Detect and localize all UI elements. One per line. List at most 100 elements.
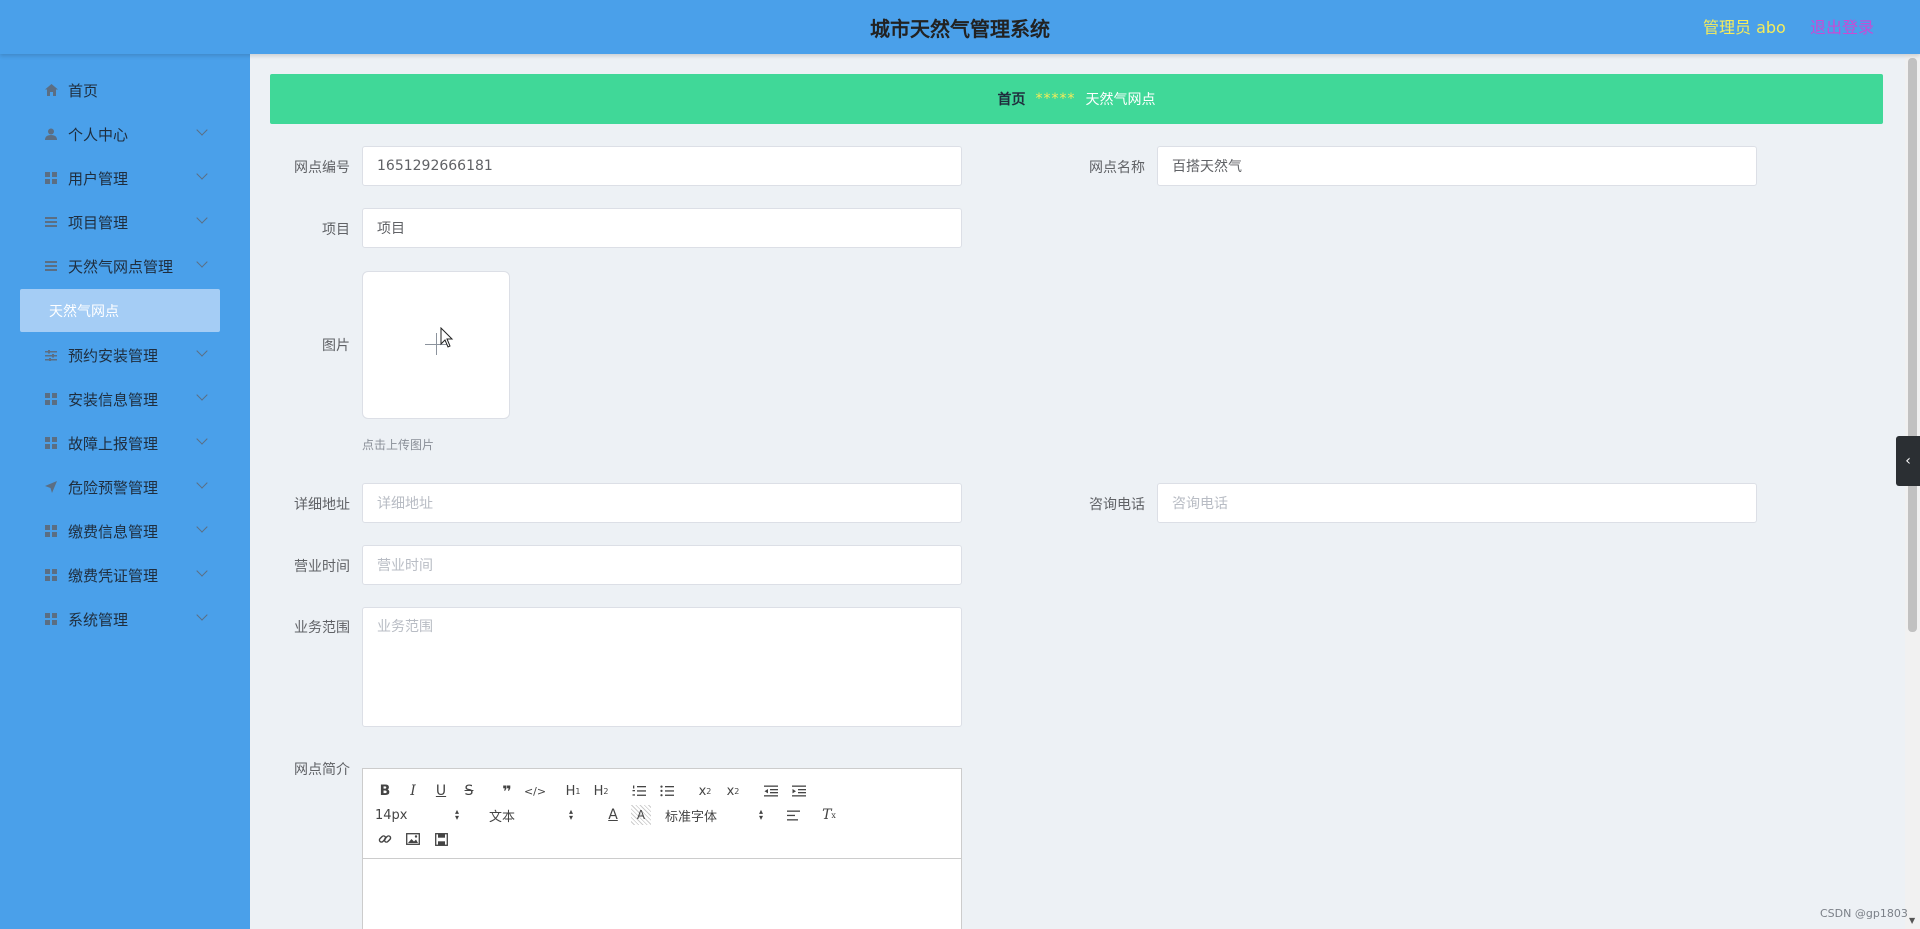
hours-input[interactable]: 营业时间 bbox=[362, 545, 962, 585]
chevron-down-icon bbox=[196, 256, 208, 268]
text-color-icon[interactable]: A bbox=[603, 805, 623, 825]
upload-tip: 点击上传图片 bbox=[362, 438, 435, 452]
sidebar-item-danger-warning[interactable]: 危险预警管理 bbox=[0, 465, 250, 509]
chevron-down-icon bbox=[196, 212, 208, 224]
sidebar-item-label: 系统管理 bbox=[68, 610, 129, 629]
font-family-select[interactable]: 标准字体 ▴ ▾ bbox=[665, 806, 763, 825]
sidebar-item-install-info[interactable]: 安装信息管理 bbox=[0, 377, 250, 421]
ordered-list-icon[interactable] bbox=[629, 781, 649, 801]
sidebar-item-projects[interactable]: 项目管理 bbox=[0, 200, 250, 244]
code-block-icon[interactable]: </> bbox=[524, 781, 546, 801]
image-icon[interactable] bbox=[403, 829, 423, 849]
chevron-left-icon: ‹ bbox=[1905, 453, 1911, 469]
video-icon[interactable] bbox=[431, 829, 451, 849]
breadcrumb-home[interactable]: 首页 bbox=[998, 89, 1026, 109]
breadcrumb: 首页 ***** 天然气网点 bbox=[270, 74, 1883, 124]
sidebar-item-label: 安装信息管理 bbox=[68, 390, 159, 409]
sidebar-item-label: 故障上报管理 bbox=[68, 434, 159, 453]
list-icon bbox=[44, 259, 58, 273]
project-input[interactable]: 项目 bbox=[362, 208, 962, 248]
sidebar-item-profile[interactable]: 个人中心 bbox=[0, 112, 250, 156]
sidebar-item-fault-report[interactable]: 故障上报管理 bbox=[0, 421, 250, 465]
italic-icon[interactable]: I bbox=[403, 781, 423, 801]
collapse-panel-button[interactable]: ‹ bbox=[1896, 436, 1920, 486]
chevron-down-icon bbox=[196, 389, 208, 401]
bullet-list-icon[interactable] bbox=[657, 781, 677, 801]
sidebar-item-users[interactable]: 用户管理 bbox=[0, 156, 250, 200]
send-icon bbox=[44, 480, 58, 494]
header-1-icon[interactable]: H1 bbox=[563, 781, 583, 801]
sidebar-item-label: 首页 bbox=[68, 81, 99, 100]
header-2-icon[interactable]: H2 bbox=[591, 781, 611, 801]
grid-icon bbox=[44, 612, 58, 626]
sidebar-item-label: 危险预警管理 bbox=[68, 478, 159, 497]
chevron-down-icon bbox=[196, 345, 208, 357]
code-label: 网点编号 bbox=[294, 160, 350, 176]
page-scrollbar[interactable]: ▼ bbox=[1905, 54, 1920, 929]
scrollbar-thumb[interactable] bbox=[1908, 58, 1917, 632]
sidebar-item-home[interactable]: 首页 bbox=[0, 68, 250, 112]
name-input[interactable]: 百搭天然气 bbox=[1157, 146, 1757, 186]
scope-label: 业务范围 bbox=[294, 620, 350, 636]
intro-label: 网点简介 bbox=[294, 762, 350, 778]
chevron-down-icon bbox=[196, 521, 208, 533]
link-icon[interactable] bbox=[375, 829, 395, 849]
name-label: 网点名称 bbox=[1089, 160, 1145, 176]
scope-textarea[interactable]: 业务范围 bbox=[362, 607, 962, 727]
sidebar-item-label: 个人中心 bbox=[68, 125, 129, 144]
chevron-down-icon bbox=[196, 609, 208, 621]
sidebar-subitem-gas-station[interactable]: 天然气网点 bbox=[20, 289, 220, 332]
watermark: CSDN @gp1803 bbox=[1820, 907, 1908, 920]
address-input[interactable]: 详细地址 bbox=[362, 483, 962, 523]
image-upload[interactable] bbox=[362, 271, 510, 419]
sidebar-item-payment-voucher[interactable]: 缴费凭证管理 bbox=[0, 553, 250, 597]
user-icon bbox=[44, 127, 58, 141]
breadcrumb-separator: ***** bbox=[1035, 91, 1076, 107]
select-arrows-icon: ▴ ▾ bbox=[758, 807, 763, 822]
chevron-down-icon bbox=[196, 565, 208, 577]
chevron-down-icon bbox=[196, 477, 208, 489]
logout-link[interactable]: 退出登录 bbox=[1810, 14, 1874, 38]
sidebar-item-label: 缴费凭证管理 bbox=[68, 566, 159, 585]
top-header: 城市天然气管理系统 管理员 abo 退出登录 bbox=[0, 0, 1920, 54]
mouse-cursor-icon bbox=[440, 327, 454, 348]
scroll-down-arrow-icon[interactable]: ▼ bbox=[1909, 916, 1915, 925]
grid-icon bbox=[44, 436, 58, 450]
hours-label: 营业时间 bbox=[294, 559, 350, 575]
sidebar-item-label: 缴费信息管理 bbox=[68, 522, 159, 541]
sidebar-item-gas-stations[interactable]: 天然气网点管理 bbox=[0, 244, 250, 288]
blockquote-icon[interactable]: ❞ bbox=[497, 781, 517, 801]
background-color-icon[interactable]: A bbox=[631, 805, 651, 825]
clear-format-icon[interactable]: Tx bbox=[819, 805, 839, 825]
strike-icon[interactable]: S bbox=[459, 781, 479, 801]
phone-input[interactable]: 咨询电话 bbox=[1157, 483, 1757, 523]
underline-icon[interactable]: U bbox=[431, 781, 451, 801]
sidebar-item-system[interactable]: 系统管理 bbox=[0, 597, 250, 641]
sidebar-item-label: 用户管理 bbox=[68, 169, 129, 188]
grid-icon bbox=[44, 524, 58, 538]
header-select[interactable]: 文本 ▴ ▾ bbox=[489, 806, 573, 825]
sidebar-item-label: 天然气网点管理 bbox=[68, 257, 174, 276]
code-input[interactable]: 1651292666181 bbox=[362, 146, 962, 186]
sidebar-item-label: 预约安装管理 bbox=[68, 346, 159, 365]
indent-icon[interactable] bbox=[789, 781, 809, 801]
sidebar-item-booking[interactable]: 预约安装管理 bbox=[0, 333, 250, 377]
outdent-icon[interactable] bbox=[761, 781, 781, 801]
current-user: 管理员 abo bbox=[1703, 18, 1786, 37]
sliders-icon bbox=[44, 348, 58, 362]
sidebar-item-label: 项目管理 bbox=[68, 213, 129, 232]
superscript-icon[interactable]: x2 bbox=[723, 781, 743, 801]
grid-icon bbox=[44, 568, 58, 582]
bold-icon[interactable]: B bbox=[375, 781, 395, 801]
list-icon bbox=[44, 215, 58, 229]
address-label: 详细地址 bbox=[294, 497, 350, 513]
chevron-down-icon bbox=[196, 124, 208, 136]
align-left-icon[interactable] bbox=[783, 805, 803, 825]
subscript-icon[interactable]: x2 bbox=[695, 781, 715, 801]
chevron-down-icon bbox=[196, 168, 208, 180]
grid-icon bbox=[44, 171, 58, 185]
editor-toolbar: B I U S ❞ </> H1 H2 x2 x2 14px ▴ ▾ 文本 ▴ … bbox=[363, 769, 961, 859]
sidebar-item-payment-info[interactable]: 缴费信息管理 bbox=[0, 509, 250, 553]
font-size-select[interactable]: 14px ▴ ▾ bbox=[375, 808, 459, 823]
sidebar-subitem-label: 天然气网点 bbox=[49, 303, 119, 320]
